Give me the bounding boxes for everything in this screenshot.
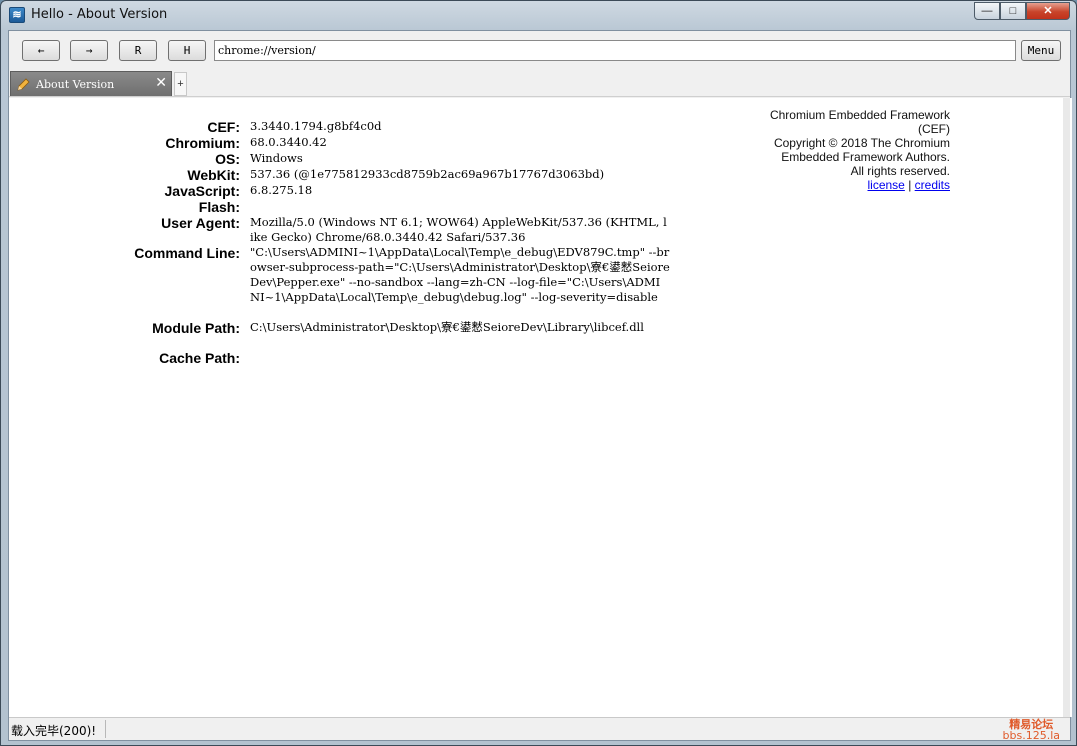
scrollbar[interactable] (1063, 98, 1070, 717)
credits-line: Copyright © 2018 The Chromium (773, 136, 950, 150)
home-button[interactable]: H (168, 40, 206, 61)
caption-buttons: — □ ✕ (974, 2, 1070, 20)
license-link[interactable]: license (868, 178, 905, 192)
address-bar[interactable]: chrome://version/ (214, 40, 1016, 61)
app-window: ≋ Hello - About Version — □ ✕ ← → R H ch… (0, 0, 1077, 746)
row-key: Cache Path: (159, 350, 240, 366)
row-value: Windows (250, 151, 303, 165)
close-button[interactable]: ✕ (1026, 2, 1070, 20)
row-key: JavaScript: (164, 183, 240, 199)
row-key: OS: (215, 151, 240, 167)
tab-about-version[interactable]: About Version ✕ (10, 71, 172, 96)
credits-links: license | credits (709, 178, 951, 192)
tab-bar: About Version ✕ + (9, 69, 1070, 97)
row-value: C:\Users\Administrator\Desktop\寮€鍙慭Seior… (250, 320, 644, 334)
row-key: Flash: (198, 199, 240, 215)
window-title: Hello - About Version (31, 7, 168, 22)
maximize-button[interactable]: □ (1000, 2, 1026, 20)
credits-line: Chromium Embedded Framework (769, 108, 950, 122)
tab-close-icon[interactable]: ✕ (155, 74, 167, 91)
menu-button[interactable]: Menu (1021, 40, 1061, 61)
row-value: 68.0.3440.42 (250, 135, 327, 149)
watermark-logo: 精易论坛 bbs.125.la (1003, 719, 1060, 741)
row-value: "C:\Users\ADMINI~1\AppData\Local\Temp\e_… (250, 245, 670, 304)
pencil-icon (17, 78, 30, 91)
watermark-line: bbs.125.la (1002, 729, 1060, 742)
row-value: Mozilla/5.0 (Windows NT 6.1; WOW64) Appl… (250, 215, 667, 244)
forward-button[interactable]: → (70, 40, 108, 61)
row-value: 6.8.275.18 (250, 183, 313, 197)
credits-line: (CEF) (918, 122, 950, 136)
credits-link[interactable]: credits (915, 178, 950, 192)
new-tab-button[interactable]: + (174, 72, 187, 96)
row-key: CEF: (207, 119, 240, 135)
link-separator: | (904, 178, 915, 192)
row-key: Module Path: (152, 320, 240, 336)
row-key: Chromium: (165, 135, 240, 151)
row-key: User Agent: (161, 215, 240, 231)
page-content: CEF: 3.3440.1794.g8bf4c0d Chromium: 68.0… (9, 98, 1072, 717)
reload-button[interactable]: R (119, 40, 157, 61)
credits-line: Embedded Framework Authors. (781, 150, 950, 164)
row-key: Command Line: (134, 245, 240, 261)
credits-line: All rights reserved. (850, 164, 950, 178)
minimize-button[interactable]: — (974, 2, 1000, 20)
row-key: WebKit: (187, 167, 240, 183)
tab-label: About Version (36, 78, 115, 91)
row-value: 537.36 (@1e775812933cd8759b2ac69a967b177… (250, 167, 605, 181)
cef-credits: Chromium Embedded Framework (CEF) Copyri… (709, 108, 950, 192)
title-bar[interactable]: ≋ Hello - About Version — □ ✕ (1, 1, 1076, 29)
toolbar: ← → R H chrome://version/ Menu (9, 31, 1070, 69)
status-text: 载入完毕(200)! (11, 724, 97, 738)
client-area: ← → R H chrome://version/ Menu About Ver… (8, 30, 1072, 741)
row-value: 3.3440.1794.g8bf4c0d (250, 119, 382, 133)
back-button[interactable]: ← (22, 40, 60, 61)
status-bar: 载入完毕(200)! 精易论坛 bbs.125.la (9, 717, 1070, 741)
status-divider (105, 720, 106, 738)
app-icon: ≋ (9, 7, 25, 23)
